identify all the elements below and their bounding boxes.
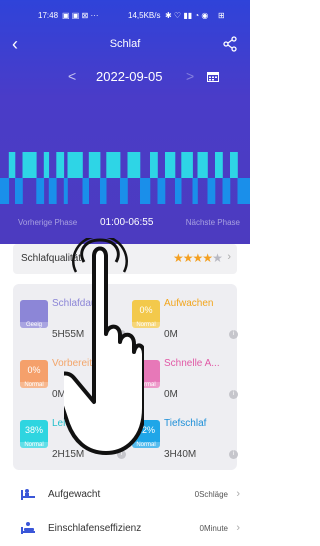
light-sleep-bar [127,152,141,178]
star-icon: ★ [192,251,204,265]
sleep-header-panel: 17:48 ▣ ▣ ⊠ ··· 14,5KB/s ✱ ♡ ▮▮ ◔ ◉ ⊞ ‹ … [0,0,250,244]
sleep-time-range: 01:00-06:55 [100,217,154,228]
stat-value: 0M [164,389,178,400]
stat-name: Aufwachen [164,298,214,309]
deep-sleep-bar [222,178,231,204]
light-sleep-bar [67,152,83,178]
light-sleep-bar [181,152,193,178]
light-sleep-bar [230,152,238,178]
light-sleep-bar [215,152,223,178]
deep-sleep-bar [157,178,166,204]
light-sleep-bar [43,152,50,178]
stat-cell[interactable]: Normal Schnelle A... 0M i [129,354,238,414]
light-sleep-bar [165,152,176,178]
phase-navigator: Vorherige Phase 01:00-06:55 Nächste Phas… [0,216,250,232]
next-phase-button[interactable]: Nächste Phase [186,218,240,227]
list-item-label: Einschlafenseffizienz [48,523,142,534]
deep-sleep-bar [82,178,89,204]
star-icon: ★ [173,251,184,265]
sleep-stage-chart[interactable] [0,0,250,244]
deep-sleep-bar [207,178,216,204]
deep-sleep-bar [175,178,182,204]
deep-sleep-bar [192,178,198,204]
chevron-right-icon: › [236,522,240,534]
list-item-value: 0Minute [199,524,228,533]
list-item-awake[interactable]: Aufgewacht 0Schläge › [0,481,250,509]
star-icon: ★ [202,251,213,265]
stat-name: Tiefschlaf [164,418,207,429]
deep-sleep-bar [36,178,45,204]
stat-status: Geeig [20,322,48,328]
light-sleep-bar [88,152,101,178]
chevron-right-icon: › [227,251,231,263]
deep-sleep-bar [0,178,10,204]
sleep-efficiency-icon [21,522,35,534]
stat-badge: 38% Normal [20,420,48,448]
deep-sleep-bar [63,178,68,204]
chevron-right-icon: › [236,488,240,500]
star-icon: ★ [212,251,223,265]
star-rating: ★★★★★ [173,251,223,265]
tap-gesture-hand-icon [64,238,144,455]
deep-sleep-bar [120,178,128,204]
info-icon[interactable]: i [229,330,238,339]
deep-sleep-bar [48,178,57,204]
info-icon[interactable]: i [229,390,238,399]
stat-value: 0M [164,329,178,340]
list-item-label: Aufgewacht [48,489,101,500]
stat-cell[interactable]: 0% Normal Aufwachen 0M i [129,294,238,354]
deep-sleep-bar [140,178,151,204]
light-sleep-bar [56,152,65,178]
stat-percent: 38% [24,425,43,435]
light-sleep-bar [8,152,16,178]
deep-sleep-bar [100,178,107,204]
stat-cell[interactable]: 62% Normal Tiefschlaf 3H40M i [129,414,238,474]
deep-sleep-bar [15,178,23,204]
info-icon[interactable]: i [229,450,238,459]
light-sleep-bar [106,152,121,178]
bed-wake-icon [21,489,35,500]
stat-status: Normal [20,442,48,448]
stat-badge: 0% Normal [20,360,48,388]
stat-status: Normal [20,382,48,388]
list-item-value: 0Schläge [194,490,228,499]
stat-percent: 0% [27,365,41,375]
stat-badge: Geeig [20,300,48,328]
light-sleep-bar [150,152,158,178]
list-item-sleep-efficiency[interactable]: Einschlafenseffizienz 0Minute › [0,515,250,543]
light-sleep-bar [197,152,208,178]
light-sleep-bar [22,152,37,178]
star-icon: ★ [182,251,194,265]
stat-name: Schnelle A... [164,358,220,369]
stat-value: 3H40M [164,449,197,460]
deep-sleep-bar [237,178,250,204]
previous-phase-button[interactable]: Vorherige Phase [18,218,77,227]
